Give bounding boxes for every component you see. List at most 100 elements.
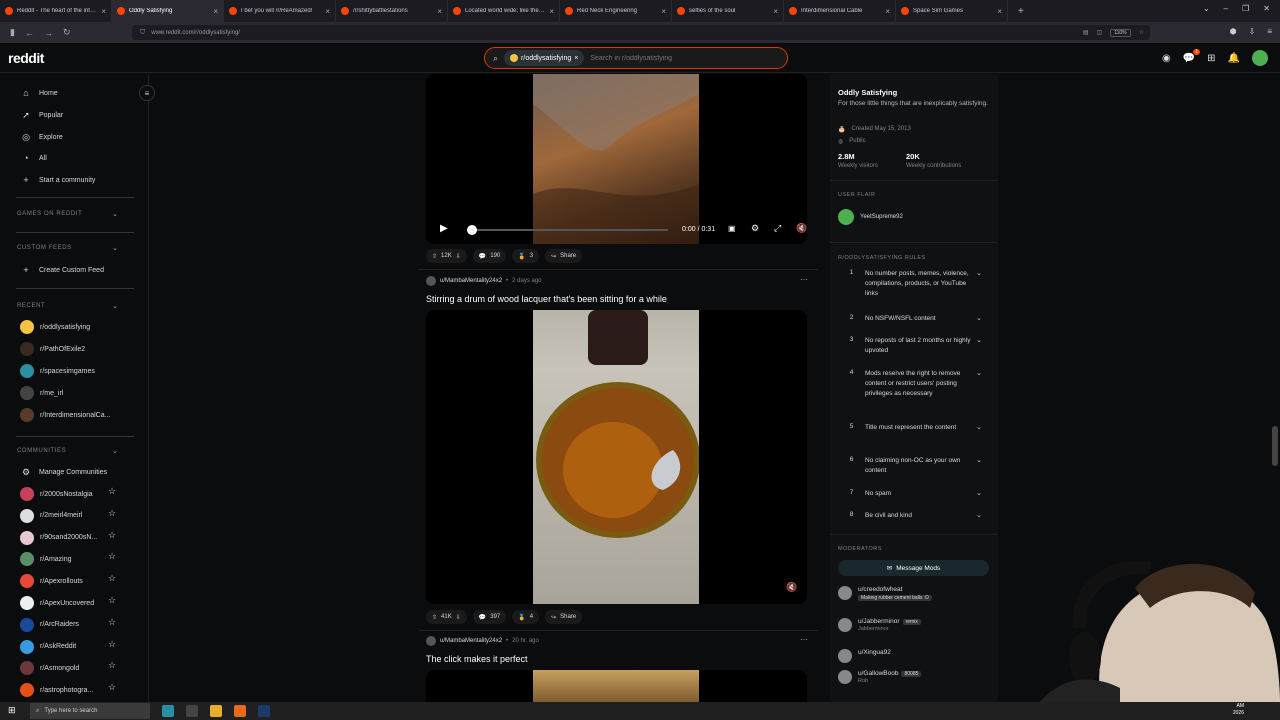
more-options-icon[interactable]: ··· bbox=[800, 275, 808, 284]
subreddit-search-chip[interactable]: r/oddlysatisfying × bbox=[504, 50, 585, 66]
downvote-icon[interactable]: ⇩ bbox=[456, 614, 461, 621]
browser-tab-active[interactable]: Oddly Satisfying × bbox=[112, 0, 224, 22]
chevron-down-icon[interactable]: ⌄ bbox=[112, 210, 118, 218]
scrollbar-thumb[interactable] bbox=[1272, 426, 1278, 466]
steam-icon[interactable] bbox=[258, 705, 270, 717]
mute-icon[interactable]: 🔇 bbox=[796, 223, 807, 234]
notifications-bell-icon[interactable]: 🔔 bbox=[1228, 53, 1240, 64]
sidebar-item-community[interactable]: r/90sand2000sN... bbox=[20, 530, 97, 545]
close-tab-icon[interactable]: × bbox=[549, 7, 554, 16]
section-heading-custom-feeds[interactable]: CUSTOM FEEDS bbox=[17, 245, 72, 251]
close-tab-icon[interactable]: × bbox=[885, 7, 890, 16]
browser-tab[interactable]: Reddit - The heart of the internet × bbox=[0, 0, 112, 22]
sidebar-item-community[interactable]: r/Amazing bbox=[20, 552, 72, 567]
section-heading-games[interactable]: GAMES ON REDDIT bbox=[17, 211, 82, 217]
reader-view-icon[interactable]: ▤ bbox=[1083, 29, 1089, 36]
chevron-down-icon[interactable]: ⌄ bbox=[976, 489, 988, 499]
taskbar-clock[interactable]: AM 2026 bbox=[1233, 703, 1244, 716]
comments-button[interactable]: 💬 397 bbox=[472, 610, 507, 624]
favorite-star-icon[interactable]: ☆ bbox=[108, 508, 116, 519]
chevron-down-icon[interactable]: ⌄ bbox=[112, 447, 118, 455]
message-mods-button[interactable]: ✉ Message Mods bbox=[838, 560, 989, 576]
fullscreen-icon[interactable]: ⤢ bbox=[774, 223, 781, 234]
section-heading-communities[interactable]: COMMUNITIES bbox=[17, 448, 66, 454]
browser-tab[interactable]: Space Sim Games × bbox=[896, 0, 1008, 22]
downvote-icon[interactable]: ⇩ bbox=[456, 253, 461, 260]
rule-item[interactable]: 5 Title must represent the content ⌄ bbox=[838, 423, 988, 433]
chevron-down-icon[interactable]: ⌄ bbox=[112, 244, 118, 252]
close-tab-icon[interactable]: × bbox=[773, 7, 778, 16]
favorite-star-icon[interactable]: ☆ bbox=[108, 551, 116, 562]
sidebar-item-recent-community[interactable]: r/me_irl bbox=[20, 386, 63, 400]
reload-icon[interactable]: ↻ bbox=[63, 27, 71, 38]
close-tab-icon[interactable]: × bbox=[437, 7, 442, 16]
upvote-icon[interactable]: ⇧ bbox=[432, 614, 437, 621]
video-player[interactable]: 🔇 bbox=[426, 310, 807, 604]
create-post-icon[interactable]: ⊞ bbox=[1207, 53, 1215, 64]
browser-tab[interactable]: Red Neck Engineering × bbox=[560, 0, 672, 22]
favorite-star-icon[interactable]: ☆ bbox=[108, 682, 116, 693]
favorite-star-icon[interactable]: ☆ bbox=[108, 595, 116, 606]
moderator-item[interactable]: u/creedofwheat Making rubber cement balls… bbox=[838, 586, 932, 601]
close-tab-icon[interactable]: × bbox=[101, 7, 106, 16]
remove-chip-icon[interactable]: × bbox=[574, 55, 578, 62]
favorite-star-icon[interactable]: ☆ bbox=[108, 573, 116, 584]
post-author[interactable]: u/MambaMentality24x2 bbox=[440, 278, 502, 284]
sidebar-item-community[interactable]: r/AskReddit bbox=[20, 639, 76, 654]
comments-button[interactable]: 💬 190 bbox=[472, 249, 507, 263]
app-icon[interactable] bbox=[162, 705, 174, 717]
award-button[interactable]: 🏅 3 bbox=[512, 249, 540, 263]
collapse-nav-icon[interactable]: ≡ bbox=[139, 85, 155, 101]
close-tab-icon[interactable]: × bbox=[325, 7, 330, 16]
chevron-down-icon[interactable]: ⌄ bbox=[976, 456, 988, 476]
restore-icon[interactable]: ❐ bbox=[1242, 4, 1249, 13]
chevron-down-icon[interactable]: ⌄ bbox=[976, 314, 988, 324]
sidebar-item-popular[interactable]: ➚ Popular bbox=[20, 108, 63, 122]
sidebar-item-community[interactable]: r/ArcRaiders bbox=[20, 617, 79, 632]
settings-gear-icon[interactable]: ⚙ bbox=[751, 223, 759, 234]
page-action-icon[interactable]: ◫ bbox=[1097, 29, 1103, 36]
chevron-down-icon[interactable]: ⌄ bbox=[112, 302, 118, 310]
chevron-down-icon[interactable]: ⌄ bbox=[976, 511, 988, 521]
user-avatar[interactable] bbox=[1252, 50, 1268, 66]
advertise-icon[interactable]: ◉ bbox=[1162, 53, 1171, 64]
favorite-star-icon[interactable]: ☆ bbox=[108, 617, 116, 628]
seek-bar[interactable] bbox=[468, 229, 668, 231]
rule-item[interactable]: 8 Be civil and kind ⌄ bbox=[838, 511, 988, 521]
bookmark-star-icon[interactable]: ☆ bbox=[1139, 29, 1144, 36]
close-tab-icon[interactable]: × bbox=[997, 7, 1002, 16]
windows-start-icon[interactable]: ⊞ bbox=[8, 705, 22, 717]
browser-tab[interactable]: Interdimensional Cable × bbox=[784, 0, 896, 22]
more-options-icon[interactable]: ··· bbox=[800, 635, 808, 644]
rule-item[interactable]: 6 No claiming non-OC as your own content ⌄ bbox=[838, 456, 988, 476]
share-button[interactable]: ↪ Share bbox=[545, 610, 583, 624]
sidebar-item-start-community[interactable]: + Start a community bbox=[20, 173, 95, 187]
url-bar[interactable]: ⛉ www.reddit.com/r/oddlysatisfying/ ▤ ◫ … bbox=[132, 25, 1150, 40]
close-tab-icon[interactable]: × bbox=[661, 7, 666, 16]
sidebar-item-all[interactable]: ◔ All bbox=[20, 151, 47, 165]
menu-icon[interactable]: ≡ bbox=[1267, 27, 1272, 36]
new-tab-icon[interactable]: + bbox=[1018, 6, 1024, 17]
sidebar-item-recent-community[interactable]: r/InterdimensionalCa... bbox=[20, 408, 110, 422]
moderator-item[interactable]: u/Jabberminor remix Jabberminor bbox=[838, 618, 921, 632]
browser-tab[interactable]: I bet you will /r/ReAmazed! × bbox=[224, 0, 336, 22]
sidebar-item-community[interactable]: r/Apexrollouts bbox=[20, 574, 83, 589]
sidebar-item-recent-community[interactable]: r/oddlysatisfying bbox=[20, 320, 90, 334]
favorite-star-icon[interactable]: ☆ bbox=[108, 660, 116, 671]
sidebar-item-recent-community[interactable]: r/spacesimgames bbox=[20, 364, 95, 378]
sidebar-item-home[interactable]: ⌂ Home bbox=[20, 86, 57, 100]
sidebar-item-manage-communities[interactable]: ⚙ Manage Communities bbox=[20, 465, 107, 479]
close-tab-icon[interactable]: × bbox=[213, 7, 218, 16]
browser-tab[interactable]: Located world wide; like the ants × bbox=[448, 0, 560, 22]
user-avatar[interactable] bbox=[426, 636, 436, 646]
file-explorer-icon[interactable] bbox=[210, 705, 222, 717]
extension-icon[interactable]: ⬢ bbox=[1230, 27, 1237, 36]
user-avatar[interactable] bbox=[426, 276, 436, 286]
favorite-star-icon[interactable]: ☆ bbox=[108, 486, 116, 497]
back-icon[interactable]: ← bbox=[25, 28, 34, 38]
sidebar-item-recent-community[interactable]: r/PathOfExile2 bbox=[20, 342, 85, 356]
close-window-icon[interactable]: ✕ bbox=[1263, 4, 1270, 13]
chat-icon[interactable]: 💬 1 bbox=[1183, 48, 1201, 64]
play-icon[interactable]: ▶ bbox=[440, 223, 448, 234]
rule-item[interactable]: 3 No reposts of last 2 months or highly u… bbox=[838, 336, 988, 356]
